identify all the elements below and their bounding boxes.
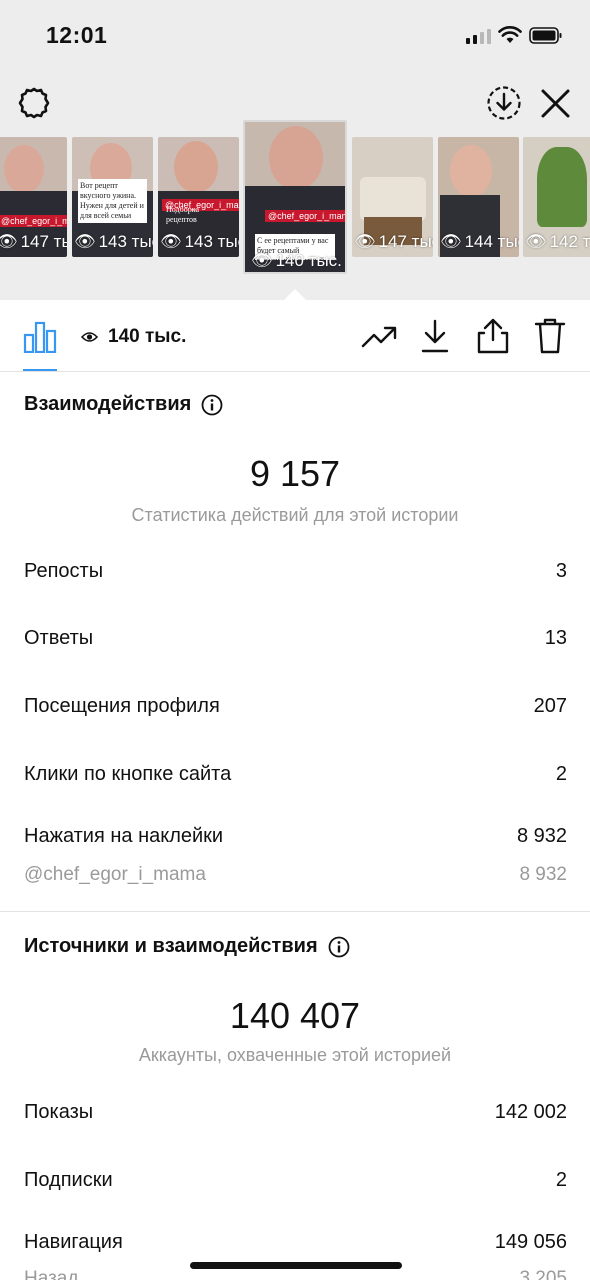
settings-gear-icon[interactable] [17,86,51,120]
stat-subrow-back: Назад 3 205 [24,1268,567,1280]
stat-row-navigation: Навигация 149 056 [24,1231,567,1253]
cellular-signal-icon [466,29,491,44]
insights-tab-bar: 140 тыс. [0,300,590,372]
stat-row-reposts: Репосты 3 [24,560,567,582]
thumbnail-views: 👁144 тыс. [440,232,519,251]
thumbnail-caption: Подборка рецептов [166,205,200,224]
reach-total: 140 407 [229,995,361,1036]
save-download-circle-icon[interactable] [486,85,522,121]
eye-icon [81,332,98,342]
stat-subrow-sticker-mention[interactable]: @chef_egor_i_mama 8 932 [24,864,567,886]
trending-up-icon[interactable] [361,324,397,350]
stat-row-profile-visits: Посещения профиля 207 [24,695,567,717]
thumbnail-views: 👁147 тыс. [354,232,433,251]
eye-icon: 👁 [74,232,96,251]
stat-row-impressions: Показы 142 002 [24,1101,567,1123]
story-thumbnail[interactable]: 👁147 тыс. [352,137,433,257]
viewers-count: 140 тыс. [108,326,187,347]
story-thumbnail[interactable]: 👁144 тыс. [438,137,519,257]
thumbnail-views: 👁143 тыс. [74,232,153,251]
info-icon[interactable] [201,394,223,416]
eye-icon: 👁 [160,232,182,251]
info-icon[interactable] [328,936,350,958]
eye-icon: 👁 [525,232,547,251]
viewers-tab[interactable]: 140 тыс. [81,326,186,348]
section-divider [0,911,590,912]
reach-caption: Аккаунты, охваченные этой историей [138,1045,452,1065]
story-header: 12:01 @chef_egor_i_ma [0,0,590,300]
eye-icon: 👁 [354,232,376,251]
selected-story-caret [283,289,307,301]
active-tab-indicator [23,369,57,371]
thumbnail-views: 👁147 тыс. [0,232,67,252]
story-thumbnail[interactable]: Вот рецепт вкусного ужина. Нужен для дет… [72,137,153,257]
thumbnail-sticker-tag: @chef_egor_i_mama [265,210,345,222]
stat-row-website-clicks: Клики по кнопке сайта 2 [24,763,567,785]
thumbnail-views: 👁 140 тыс. [251,251,342,270]
story-thumbnail[interactable]: @chef_egor_i_mama Подборка рецептов 👁143… [158,137,239,257]
eye-icon: 👁 [440,232,462,251]
stat-row-sticker-taps: Нажатия на наклейки 8 932 [24,825,567,847]
story-thumbnail-selected[interactable]: @chef_egor_i_mama С ее рецептами у вас б… [243,120,347,274]
interactions-total: 9 157 [249,453,341,494]
trash-icon[interactable] [534,317,566,355]
status-bar: 12:01 [0,0,590,70]
stat-row-replies: Ответы 13 [24,627,567,649]
status-time: 12:01 [46,22,108,48]
bar-chart-icon[interactable] [23,321,57,353]
eye-icon: 👁 [251,251,273,270]
share-icon[interactable] [476,317,510,355]
download-icon[interactable] [420,318,450,354]
thumbnail-sticker-tag: @chef_egor_i_mama [0,215,67,227]
wifi-icon [498,26,522,43]
story-thumbnails-strip[interactable]: @chef_egor_i_mama 👁147 тыс. Вот рецепт в… [0,120,590,274]
story-thumbnail[interactable]: @chef_egor_i_mama 👁147 тыс. [0,137,67,257]
eye-icon: 👁 [0,232,18,251]
story-thumbnail[interactable]: 👁142 тыс. [523,137,590,257]
interactions-caption: Статистика действий для этой истории [131,505,459,525]
close-icon[interactable] [540,88,571,119]
home-indicator[interactable] [190,1262,402,1269]
thumbnail-caption: Вот рецепт вкусного ужина. Нужен для дет… [78,179,147,223]
discovery-section-title: Источники и взаимодействия [24,935,350,958]
thumbnail-views: 👁142 тыс. [525,232,590,251]
interactions-section-title: Взаимодействия [24,393,223,416]
thumbnail-views: 👁143 тыс. [160,232,239,251]
battery-icon [529,27,562,44]
stat-row-follows: Подписки 2 [24,1169,567,1191]
